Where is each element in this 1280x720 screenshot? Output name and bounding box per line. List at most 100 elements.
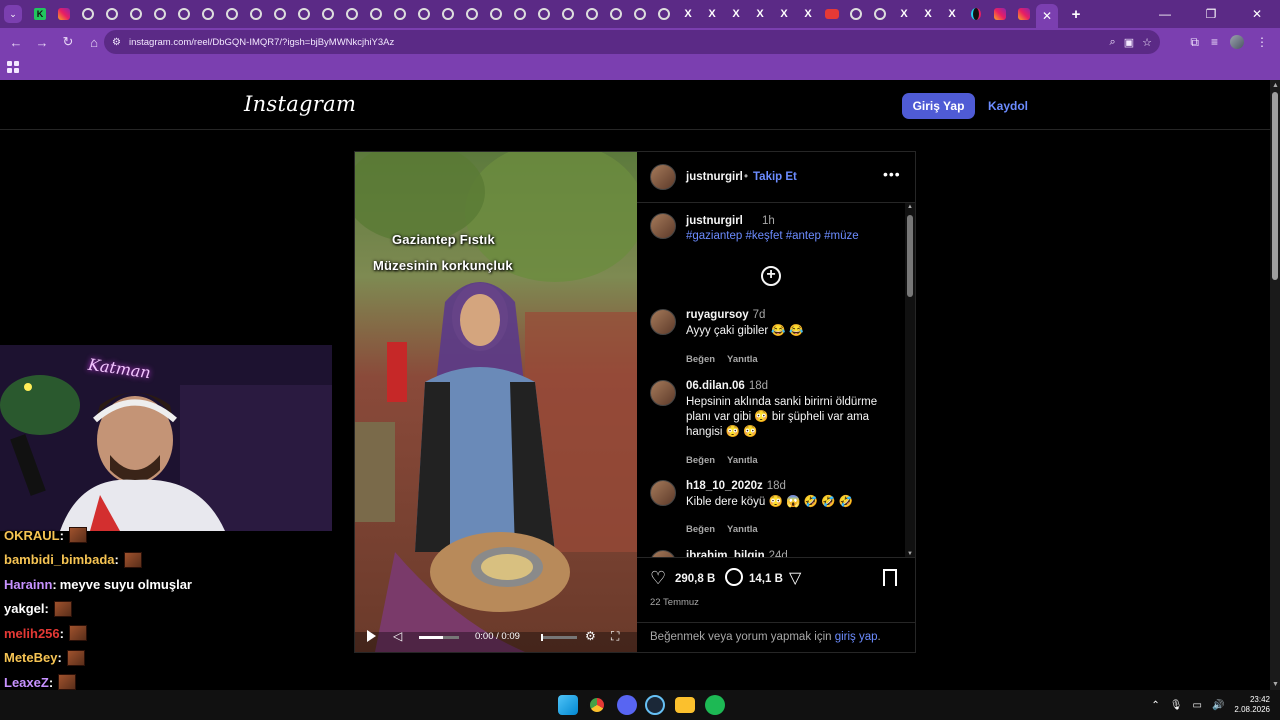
avatar[interactable]: [650, 380, 676, 406]
volume-slider[interactable]: [419, 636, 459, 639]
bookmark-icon[interactable]: [883, 569, 897, 587]
tab-generic[interactable]: [340, 4, 364, 24]
clock[interactable]: 23:42 2.08.2026: [1234, 695, 1270, 715]
like-comment-button[interactable]: Beğen: [686, 524, 715, 535]
home-button[interactable]: ⌂: [82, 30, 106, 54]
extensions-icon[interactable]: ⧉: [1190, 35, 1199, 50]
url-text[interactable]: instagram.com/reel/DbGQN-IMQR7/?igsh=bjB…: [129, 37, 394, 48]
load-more-comments-icon[interactable]: +: [761, 266, 781, 286]
tab-generic[interactable]: [76, 4, 100, 24]
reply-button[interactable]: Yanıtla: [727, 354, 758, 365]
tab-tiktok[interactable]: [964, 4, 988, 24]
tab-instagram[interactable]: [1012, 4, 1036, 24]
avatar[interactable]: [650, 550, 676, 557]
address-bar[interactable]: ⚙ instagram.com/reel/DbGQN-IMQR7/?igsh=b…: [104, 30, 1160, 54]
tab-generic[interactable]: [460, 4, 484, 24]
file-explorer-icon[interactable]: [675, 697, 695, 713]
tab-x[interactable]: X: [916, 4, 940, 24]
cast-icon[interactable]: ▣: [1124, 36, 1134, 49]
tab-x[interactable]: X: [796, 4, 820, 24]
avatar[interactable]: [650, 480, 676, 506]
avatar[interactable]: [650, 213, 676, 239]
tab-generic[interactable]: [604, 4, 628, 24]
like-comment-button[interactable]: Beğen: [686, 354, 715, 365]
avatar[interactable]: [650, 164, 676, 190]
chat-username[interactable]: Harainn: [4, 577, 52, 592]
tab-x[interactable]: X: [940, 4, 964, 24]
scroll-down-icon[interactable]: ▼: [1272, 681, 1279, 688]
tab-generic[interactable]: [268, 4, 292, 24]
speaker-icon[interactable]: 🔊: [1212, 700, 1224, 711]
volume-icon[interactable]: ◁: [393, 629, 402, 643]
tab-x[interactable]: X: [892, 4, 916, 24]
forward-button[interactable]: →: [30, 30, 54, 54]
active-tab-close-button[interactable]: ✕: [1036, 4, 1058, 28]
comment-icon[interactable]: [725, 568, 743, 586]
tab-generic[interactable]: [244, 4, 268, 24]
follow-button[interactable]: Takip Et: [753, 171, 797, 183]
tab-instagram[interactable]: [52, 4, 76, 24]
tab-generic[interactable]: [532, 4, 556, 24]
caption-username[interactable]: justnurgirl: [686, 215, 743, 227]
tab-generic[interactable]: [844, 4, 868, 24]
tab-generic[interactable]: [196, 4, 220, 24]
comments-scrollbar[interactable]: ▲ ▼: [905, 203, 915, 557]
new-tab-button[interactable]: +: [1064, 4, 1088, 24]
tab-x[interactable]: X: [676, 4, 700, 24]
tab-generic[interactable]: [292, 4, 316, 24]
reply-button[interactable]: Yanıtla: [727, 524, 758, 535]
windows-start-icon[interactable]: [558, 695, 578, 715]
comment-username[interactable]: h18_10_2020z 18d: [686, 480, 786, 492]
kebab-menu-icon[interactable]: ⋮: [1256, 35, 1268, 49]
caption-hashtags[interactable]: #gaziantep #keşfet #antep #müze: [686, 230, 859, 242]
fullscreen-icon[interactable]: ⛶: [611, 629, 619, 644]
more-options-icon[interactable]: •••: [883, 166, 901, 182]
instagram-logo[interactable]: Instagram: [244, 92, 356, 116]
comment-username[interactable]: ibrahim_bilgin 24d: [686, 550, 788, 557]
chat-username[interactable]: LeaxeZ: [4, 675, 49, 690]
tab-generic[interactable]: [628, 4, 652, 24]
share-icon[interactable]: ▽: [789, 568, 801, 588]
chat-username[interactable]: OKRAUL: [4, 528, 60, 543]
reading-list-icon[interactable]: ≡: [1211, 35, 1218, 49]
microphone-icon[interactable]: 🎙: [1170, 700, 1183, 711]
tab-generic[interactable]: [148, 4, 172, 24]
tab-generic[interactable]: [556, 4, 580, 24]
zoom-icon[interactable]: ⌕: [1110, 36, 1116, 49]
tab-x[interactable]: X: [700, 4, 724, 24]
avatar[interactable]: [650, 309, 676, 335]
login-button[interactable]: Giriş Yap: [902, 93, 975, 119]
scroll-up-icon[interactable]: ▲: [907, 204, 913, 210]
tab-generic[interactable]: [388, 4, 412, 24]
profile-avatar[interactable]: [1230, 35, 1244, 49]
reel-video[interactable]: Gaziantep Fıstık Müzesinin korkunçluk ◁ …: [355, 152, 637, 652]
chat-username[interactable]: MeteBey: [4, 650, 57, 665]
apps-grid-icon[interactable]: [7, 61, 19, 73]
spotify-icon[interactable]: [705, 695, 725, 715]
chevron-up-icon[interactable]: ⌃: [1151, 700, 1159, 711]
reply-button[interactable]: Yanıtla: [727, 455, 758, 466]
steam-icon[interactable]: [645, 695, 665, 715]
network-icon[interactable]: ▭: [1193, 700, 1202, 711]
site-info-icon[interactable]: ⚙: [112, 37, 121, 48]
settings-gear-icon[interactable]: ⚙: [585, 629, 596, 643]
play-icon[interactable]: [367, 630, 376, 642]
minimize-button[interactable]: —: [1142, 7, 1188, 21]
tab-x[interactable]: X: [724, 4, 748, 24]
tab-generic[interactable]: [652, 4, 676, 24]
tab-generic[interactable]: [364, 4, 388, 24]
tab-x[interactable]: X: [772, 4, 796, 24]
tab-generic[interactable]: [508, 4, 532, 24]
seek-bar[interactable]: [541, 634, 577, 641]
heart-icon[interactable]: ♡: [650, 568, 666, 589]
login-prompt-link[interactable]: giriş yap: [835, 631, 878, 643]
tab-generic[interactable]: [172, 4, 196, 24]
chat-username[interactable]: bambidi_bimbada: [4, 552, 115, 567]
chat-username[interactable]: melih256: [4, 626, 60, 641]
chrome-icon[interactable]: [587, 695, 607, 715]
tab-generic[interactable]: [412, 4, 436, 24]
tab-search-button[interactable]: ⌄: [4, 5, 22, 23]
tab-kick[interactable]: K: [28, 4, 52, 24]
close-window-button[interactable]: ✕: [1234, 7, 1280, 21]
tab-x[interactable]: X: [748, 4, 772, 24]
